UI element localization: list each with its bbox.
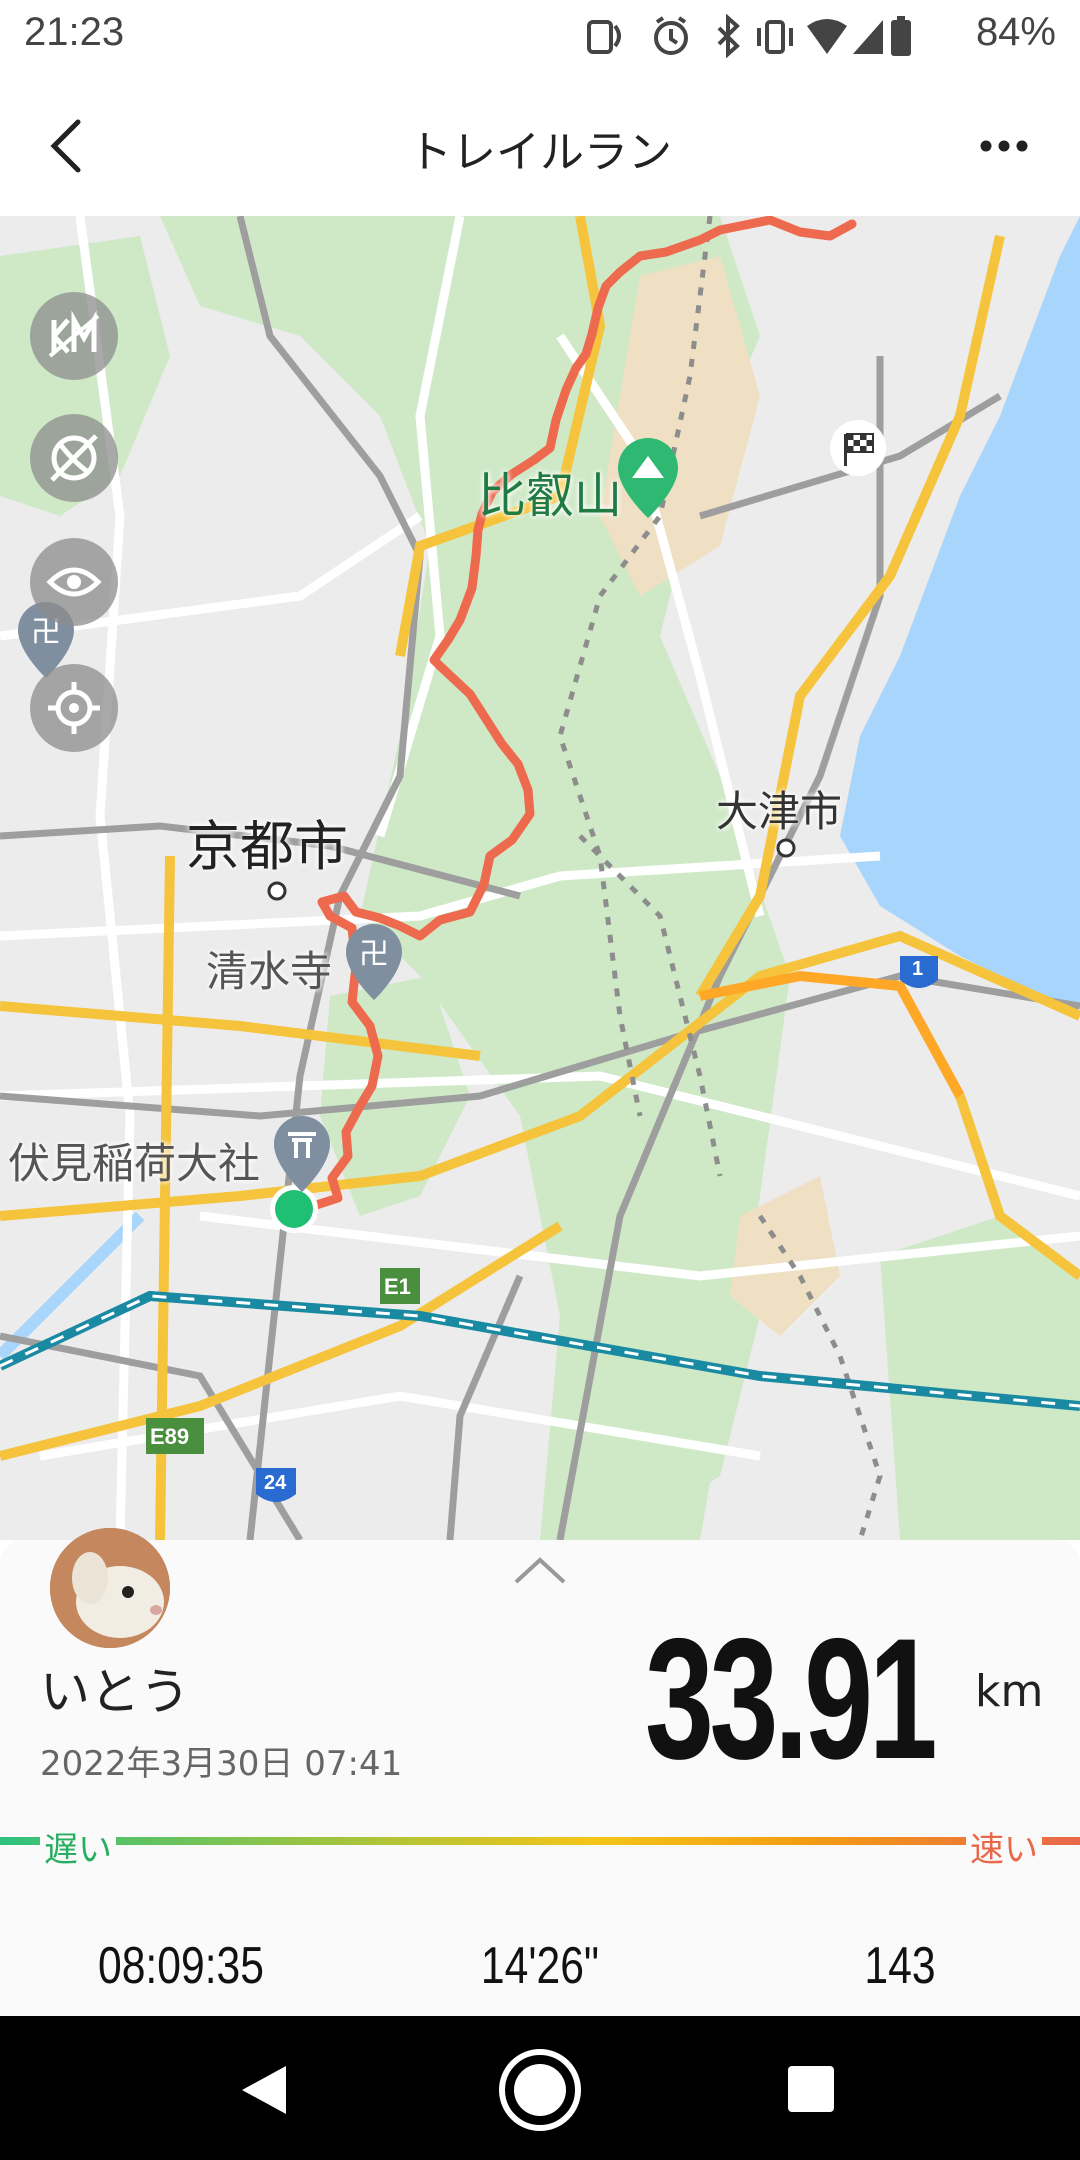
page-title: トレイルラン xyxy=(408,127,672,178)
home-circle-icon[interactable] xyxy=(496,2046,584,2134)
hide-route-button[interactable] xyxy=(30,414,118,502)
avatar[interactable] xyxy=(50,1528,170,1648)
vibrate-icon xyxy=(757,20,793,54)
pace-fast-label: 速い xyxy=(966,1822,1042,1871)
hide-route-icon xyxy=(50,434,98,482)
svg-text:卍: 卍 xyxy=(359,937,389,972)
distance-value: 33.91 xyxy=(645,1603,938,1795)
distance-unit: km xyxy=(975,1666,1044,1717)
more-dots-icon[interactable] xyxy=(978,138,1030,154)
alarm-icon xyxy=(654,16,688,55)
view-toggle-button[interactable] xyxy=(30,538,118,626)
label-e89: E89 xyxy=(150,1424,190,1449)
pace-value: 14'26" xyxy=(480,1937,600,1995)
locate-icon xyxy=(48,682,100,734)
activity-summary-sheet[interactable]: いとう 2022年3月30日 07:41 33.91 km 遅い 速い 08:0… xyxy=(0,1528,1080,2016)
username: いとう xyxy=(40,1663,190,1721)
locate-button[interactable] xyxy=(30,664,118,752)
map-canvas: 卍 卍 xyxy=(0,216,1080,1540)
km-markers-icon xyxy=(48,310,100,358)
label-otsu-city: 大津市 xyxy=(716,787,843,836)
status-bar: 21:23 84% xyxy=(0,0,1080,72)
recents-square-icon[interactable] xyxy=(786,2064,836,2114)
label-route-24: 24 xyxy=(264,1472,287,1494)
route-map[interactable]: 卍 卍 比叡山 京都市 大津市 清水寺 伏見稲荷大社 E1 E89 24 1 xyxy=(0,216,1080,1540)
eye-icon xyxy=(46,567,102,597)
finish-flag-icon xyxy=(830,420,886,476)
duration-value: 08:09:35 xyxy=(98,1937,264,1995)
label-mount-hiei: 比叡山 xyxy=(478,468,623,524)
system-nav-bar xyxy=(0,2016,1080,2160)
status-icons xyxy=(587,14,911,58)
rabbit-avatar-icon xyxy=(50,1528,170,1648)
pace-slow-label: 遅い xyxy=(40,1822,116,1871)
pace-gradient-bar xyxy=(0,1837,1080,1845)
label-e1: E1 xyxy=(384,1274,411,1299)
back-triangle-icon[interactable] xyxy=(236,2062,296,2118)
status-time: 21:23 xyxy=(24,10,125,54)
battery-percent: 84% xyxy=(975,10,1056,54)
chevron-up-icon[interactable] xyxy=(512,1556,568,1586)
start-point-icon xyxy=(275,1190,313,1228)
km-markers-button[interactable] xyxy=(30,292,118,380)
label-kyoto-city: 京都市 xyxy=(186,815,348,878)
label-kiyomizu: 清水寺 xyxy=(206,947,333,996)
bluetooth-icon xyxy=(717,14,740,58)
battery-icon xyxy=(891,16,911,56)
wifi-icon xyxy=(807,19,847,54)
label-route-1: 1 xyxy=(912,958,924,980)
signal-icon xyxy=(853,20,883,54)
third-stat-value: 143 xyxy=(864,1937,936,1995)
app-header: トレイルラン xyxy=(0,72,1080,216)
label-fushimi-inari: 伏見稲荷大社 xyxy=(8,1139,261,1188)
nfc-icon xyxy=(587,20,621,54)
activity-datetime: 2022年3月30日 07:41 xyxy=(40,1744,403,1784)
